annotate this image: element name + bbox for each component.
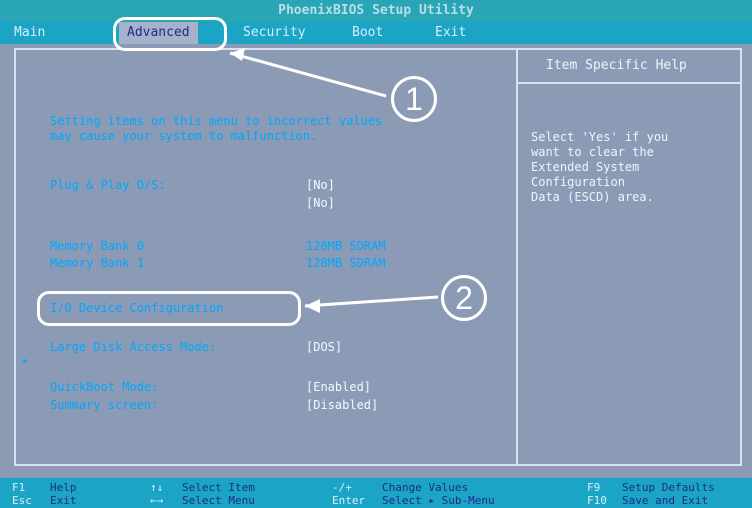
footer-bar: F1 Help ↑↓ Select Item -/+ Change Values… [0, 478, 752, 508]
callout-arrowhead-1 [230, 48, 245, 61]
footer-select-item-label: Select Item [182, 481, 255, 494]
callout-arrow-2 [304, 295, 439, 308]
footer-select-menu-label: Select Menu [182, 494, 255, 507]
bios-screen: PhoenixBIOS Setup Utility Main Advanced … [0, 0, 752, 508]
footer-key-esc: Esc [12, 494, 32, 507]
footer-key-f10: F10 [587, 494, 607, 507]
callout-number-2: 2 [441, 275, 487, 321]
footer-help-label: Help [50, 481, 77, 494]
footer-change-values-label: Change Values [382, 481, 469, 494]
footer-setup-defaults-label: Setup Defaults [622, 481, 715, 494]
footer-exit-label: Exit [50, 494, 77, 507]
footer-key-f1: F1 [12, 481, 26, 494]
callout-advanced-highlight [113, 17, 227, 51]
callout-arrows [229, 48, 439, 313]
footer-key-enter: Enter [332, 494, 366, 507]
footer-key-change: -/+ [332, 481, 352, 494]
callout-arrowhead-2 [305, 299, 320, 313]
footer-key-f9: F9 [587, 481, 601, 494]
callout-arrow-1 [229, 51, 387, 98]
callout-number-1: 1 [391, 76, 437, 122]
footer-key-leftright: ←→ [150, 494, 164, 507]
footer-save-exit-label: Save and Exit [622, 494, 709, 507]
footer-key-updown: ↑↓ [150, 481, 164, 494]
footer-submenu-label: Select ▸ Sub-Menu [382, 494, 495, 507]
callout-io-highlight [37, 291, 301, 326]
